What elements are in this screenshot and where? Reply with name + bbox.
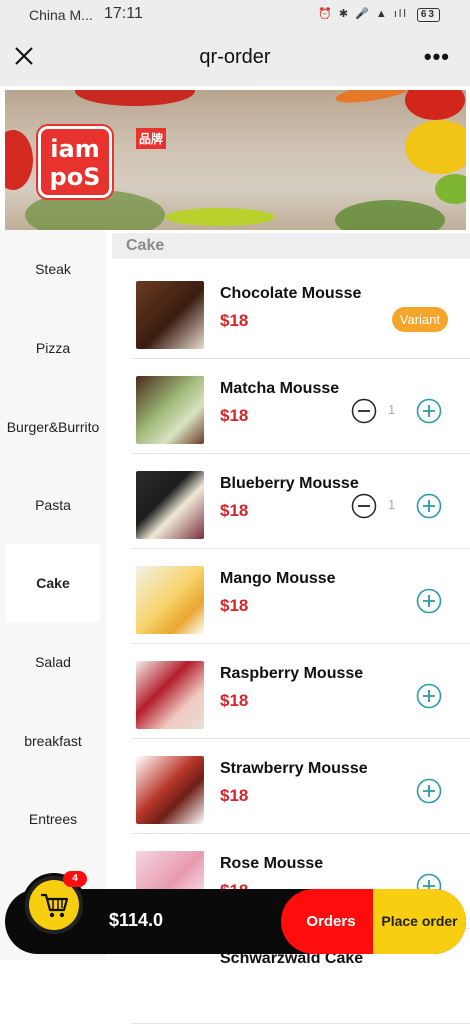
- carrot-decoration: [334, 90, 416, 107]
- status-icons: ⏰ ✱ 🎤 ▲ ıll 63: [318, 7, 440, 22]
- add-to-cart-button[interactable]: [416, 683, 442, 709]
- product-item[interactable]: Chocolate Mousse $18 Variant: [132, 267, 470, 359]
- status-bar: China M... 17:11 ⏰ ✱ 🎤 ▲ ıll 63: [0, 0, 470, 30]
- variant-button[interactable]: Variant: [391, 307, 448, 332]
- logo-text-line2: poS: [49, 163, 101, 191]
- category-burger-burrito[interactable]: Burger&Burrito: [0, 419, 106, 435]
- product-name: Mango Mousse: [220, 570, 336, 587]
- category-salad[interactable]: Salad: [0, 654, 106, 670]
- product-price: $18: [220, 406, 249, 425]
- title-bar: qr-order •••: [0, 30, 470, 86]
- add-to-cart-button[interactable]: [416, 398, 442, 424]
- more-options-icon[interactable]: •••: [424, 44, 450, 70]
- category-breakfast[interactable]: breakfast: [0, 733, 106, 749]
- product-image: [136, 756, 204, 824]
- decrease-quantity-button[interactable]: [351, 398, 377, 424]
- brand-badge: 品牌: [136, 128, 167, 149]
- product-image: [136, 566, 204, 634]
- cart-count-badge: 4: [63, 871, 87, 887]
- store-banner: iam poS 品牌: [5, 90, 466, 230]
- quantity-value: 1: [388, 497, 396, 512]
- product-item[interactable]: Mango Mousse $18: [132, 552, 470, 644]
- chili-decoration: [165, 208, 275, 226]
- yellow-pepper-decoration: [405, 120, 466, 174]
- product-image: [136, 661, 204, 729]
- product-price: $18: [220, 311, 249, 330]
- tomato-decoration: [5, 130, 33, 190]
- product-name: Chocolate Mousse: [220, 285, 362, 302]
- category-steak[interactable]: Steak: [0, 261, 106, 277]
- product-item[interactable]: Strawberry Mousse $18: [132, 742, 470, 834]
- herb-decoration: [335, 200, 445, 230]
- product-price: $18: [220, 691, 249, 710]
- battery-icon: 63: [416, 8, 440, 22]
- product-image: [136, 376, 204, 444]
- product-image: [136, 281, 204, 349]
- clock: 17:11: [104, 5, 143, 22]
- product-name: Raspberry Mousse: [220, 665, 364, 682]
- add-to-cart-button[interactable]: [416, 778, 442, 804]
- decrease-quantity-button[interactable]: [351, 493, 377, 519]
- carrier-name: China M...: [29, 7, 93, 23]
- section-title: Cake: [112, 233, 470, 259]
- iampos-logo: iam poS: [38, 126, 112, 198]
- page-title: qr-order: [199, 46, 271, 68]
- product-name: Rose Mousse: [220, 855, 324, 872]
- product-price: $18: [220, 596, 249, 615]
- quantity-value: 1: [388, 402, 396, 417]
- pepper-decoration: [75, 90, 195, 106]
- add-to-cart-button[interactable]: [416, 493, 442, 519]
- product-name: Strawberry Mousse: [220, 760, 368, 777]
- product-item[interactable]: Matcha Mousse $18 1: [132, 362, 470, 454]
- tomato-decoration: [405, 90, 465, 120]
- category-pasta[interactable]: Pasta: [0, 497, 106, 513]
- place-order-button[interactable]: Place order: [373, 889, 466, 954]
- product-name: Matcha Mousse: [220, 380, 340, 397]
- category-entrees[interactable]: Entrees: [0, 811, 106, 827]
- product-item[interactable]: Blueberry Mousse $18 1: [132, 457, 470, 549]
- cart-icon: [41, 893, 69, 918]
- category-sidebar: Steak Pizza Burger&Burrito Pasta Cake Sa…: [0, 230, 106, 960]
- cart-total: $114.0: [109, 910, 164, 930]
- green-pepper-decoration: [435, 174, 466, 204]
- status-icons-glyphs: ⏰ ✱ 🎤 ▲ ıll: [318, 8, 408, 20]
- category-cake[interactable]: Cake: [6, 544, 100, 622]
- logo-text-line1: iam: [50, 135, 100, 163]
- cart-icon-background: [29, 880, 79, 930]
- product-price: $18: [220, 786, 249, 805]
- product-name: Blueberry Mousse: [220, 475, 359, 492]
- orders-button[interactable]: Orders: [281, 889, 381, 954]
- product-price: $18: [220, 501, 249, 520]
- category-pizza[interactable]: Pizza: [0, 340, 106, 356]
- product-item[interactable]: Raspberry Mousse $18: [132, 647, 470, 739]
- product-image: [136, 471, 204, 539]
- add-to-cart-button[interactable]: [416, 588, 442, 614]
